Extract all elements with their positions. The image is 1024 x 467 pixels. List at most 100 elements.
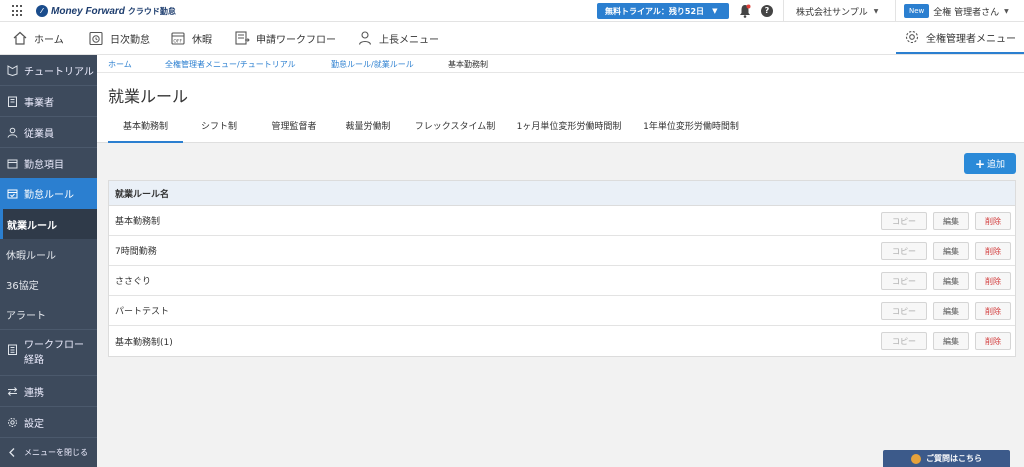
rule-name: 基本勤務制(1) — [115, 337, 173, 348]
sync-arrows-icon — [7, 386, 18, 396]
table-row: 7時間勤務 コピー 編集 削除 — [109, 236, 1015, 266]
nav-leave-label: 休暇 — [192, 34, 212, 46]
caret-down-icon: ▼ — [712, 7, 718, 15]
sidebar-item-employees[interactable]: 従業員 — [0, 117, 97, 147]
tutorial-icon — [7, 65, 18, 76]
money-forward-logo-icon: ⁄ — [36, 5, 48, 17]
question-icon — [911, 453, 921, 464]
breadcrumb-home[interactable]: ホーム — [108, 55, 132, 73]
sidebar-subitem-36-agreement[interactable]: 36協定 — [0, 269, 97, 299]
help-icon[interactable]: ? — [761, 5, 773, 17]
breadcrumb-current: 基本勤務制 — [448, 59, 488, 69]
rule-name: パートテスト — [115, 307, 170, 317]
sidebar-subitem-leave-rules[interactable]: 休暇ルール — [0, 239, 97, 269]
copy-button[interactable]: コピー — [881, 302, 927, 320]
sidebar-item-label: 設定 — [24, 418, 44, 430]
tab-manager[interactable]: 管理監督者 — [259, 119, 329, 143]
building-icon — [8, 96, 17, 107]
nav-admin-label: 全権管理者メニュー — [926, 33, 1016, 45]
copy-button[interactable]: コピー — [881, 332, 927, 350]
calendar-off-icon: OFF — [171, 32, 185, 45]
page-header: 就業ルール 基本勤務制 シフト制 管理監督者 裁量労働制 フレックスタイム制 1… — [97, 73, 1024, 143]
trial-dropdown[interactable]: 無料トライアル：残り52日 ▼ — [597, 3, 729, 19]
caret-down-icon: ▼ — [873, 7, 879, 15]
top-bar: ⁄ Money Forward クラウド勤怠 無料トライアル：残り52日 ▼ ?… — [0, 0, 1024, 22]
nav-home[interactable]: ホーム — [12, 22, 64, 54]
sidebar-item-label: ワークフロー — [24, 340, 84, 351]
user-menu[interactable]: New 全権 管理者さん ▼ — [895, 0, 1009, 22]
nav-leave[interactable]: OFF 休暇 — [170, 22, 212, 54]
person-icon — [7, 127, 18, 138]
nav-workflow[interactable]: 申請ワークフロー — [234, 22, 336, 54]
person-icon — [358, 31, 372, 45]
edit-button[interactable]: 編集 — [933, 332, 969, 350]
sidebar-item-attendance-items[interactable]: 勤怠項目 — [0, 148, 97, 178]
plus-icon: + — [974, 156, 986, 171]
gear-icon — [905, 30, 919, 44]
edit-button[interactable]: 編集 — [933, 212, 969, 230]
tab-shift[interactable]: シフト制 — [190, 119, 248, 143]
sidebar-item-integration[interactable]: 連携 — [0, 376, 97, 406]
company-selector[interactable]: 株式会社サンプル ▼ — [783, 0, 878, 22]
question-widget[interactable]: ご質問はこちら — [883, 450, 1010, 467]
edit-button[interactable]: 編集 — [933, 242, 969, 260]
nav-daily-attendance[interactable]: 日次勤怠 — [88, 22, 150, 54]
tab-discretionary[interactable]: 裁量労働制 — [337, 119, 399, 143]
workflow-route-icon — [8, 344, 17, 355]
nav-supervisor-label: 上長メニュー — [379, 34, 439, 46]
sidebar-item-workflow-route[interactable]: ワークフロー 経路 — [0, 330, 97, 375]
logo[interactable]: ⁄ Money Forward クラウド勤怠 — [36, 4, 176, 18]
work-rules-table: 就業ルール名 基本勤務制 コピー 編集 削除 7時間勤務 コピー 編集 削除 さ… — [108, 180, 1016, 357]
tab-monthly-variable[interactable]: 1ヶ月単位変形労働時間制 — [511, 119, 627, 143]
sidebar-subitem-label: 就業ルール — [7, 220, 57, 232]
sidebar-close-menu[interactable]: メニューを閉じる — [0, 438, 97, 467]
tab-flextime[interactable]: フレックスタイム制 — [409, 119, 501, 143]
sidebar-subitem-work-rules[interactable]: 就業ルール — [0, 209, 97, 239]
chevron-left-icon — [9, 448, 15, 457]
delete-button[interactable]: 削除 — [975, 302, 1011, 320]
sidebar-subitem-label: アラート — [6, 310, 46, 322]
nav-supervisor[interactable]: 上長メニュー — [357, 22, 439, 54]
edit-button[interactable]: 編集 — [933, 302, 969, 320]
copy-button[interactable]: コピー — [881, 242, 927, 260]
copy-button[interactable]: コピー — [881, 272, 927, 290]
edit-button[interactable]: 編集 — [933, 272, 969, 290]
add-button-label: 追加 — [987, 160, 1006, 170]
sidebar-item-label: 勤怠ルール — [24, 190, 74, 201]
sidebar-subitem-alerts[interactable]: アラート — [0, 299, 97, 329]
sidebar-item-business[interactable]: 事業者 — [0, 86, 97, 116]
tab-basic-work[interactable]: 基本勤務制 — [108, 119, 183, 143]
breadcrumb: ホーム 全権管理者メニュー/チュートリアル 勤怠ルール/就業ルール 基本勤務制 — [97, 55, 1024, 73]
home-icon — [13, 31, 27, 45]
delete-button[interactable]: 削除 — [975, 332, 1011, 350]
sidebar-item-tutorial[interactable]: チュートリアル — [0, 56, 97, 85]
sidebar-item-attendance-rules[interactable]: 勤怠ルール — [0, 178, 97, 209]
sidebar-item-label: 事業者 — [24, 97, 54, 109]
copy-button[interactable]: コピー — [881, 212, 927, 230]
trial-label: 無料トライアル：残り52日 — [605, 6, 705, 16]
sidebar-item-label: 勤怠項目 — [24, 159, 64, 171]
calendar-check-icon — [7, 189, 18, 199]
delete-button[interactable]: 削除 — [975, 272, 1011, 290]
nav-admin-menu[interactable]: 全権管理者メニュー — [896, 22, 1024, 54]
breadcrumb-admin-tutorial[interactable]: 全権管理者メニュー/チュートリアル — [165, 55, 296, 73]
logo-product: クラウド勤怠 — [127, 6, 176, 16]
app-grid-icon[interactable] — [12, 5, 24, 17]
caret-down-icon: ▼ — [1004, 7, 1009, 15]
notification-bell-icon[interactable] — [739, 4, 751, 18]
sidebar-item-label: チュートリアル — [24, 67, 94, 78]
add-button[interactable]: + 追加 — [964, 153, 1016, 174]
delete-button[interactable]: 削除 — [975, 242, 1011, 260]
tab-yearly-variable[interactable]: 1年単位変形労働時間制 — [637, 119, 745, 143]
nav-workflow-label: 申請ワークフロー — [256, 34, 336, 46]
sidebar-item-settings[interactable]: 設定 — [0, 407, 97, 437]
main-nav: ホーム 日次勤怠 OFF 休暇 申請ワークフロー 上長メニュー 全権管理者メニュ… — [0, 22, 1024, 55]
page-title: 就業ルール — [108, 87, 189, 106]
calendar-icon — [7, 159, 18, 168]
delete-button[interactable]: 削除 — [975, 212, 1011, 230]
new-badge: New — [904, 4, 930, 18]
table-row: パートテスト コピー 編集 削除 — [109, 296, 1015, 326]
breadcrumb-attendance-rules[interactable]: 勤怠ルール/就業ルール — [331, 55, 414, 73]
nav-home-label: ホーム — [34, 34, 64, 46]
sidebar-subitem-label: 36協定 — [6, 280, 39, 292]
